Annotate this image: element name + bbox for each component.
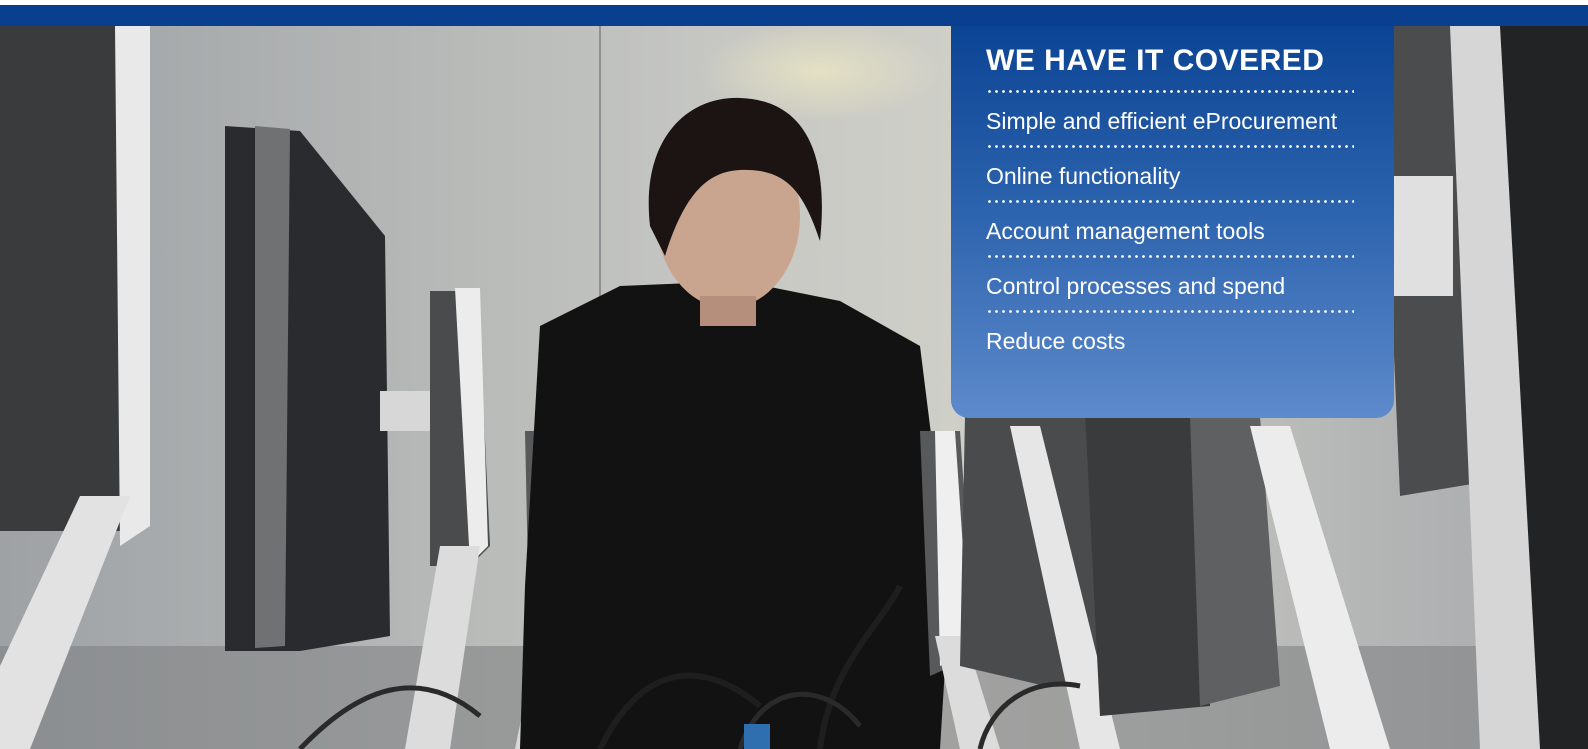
feature-item-eprocurement: Simple and efficient eProcurement xyxy=(986,108,1338,134)
dotted-divider xyxy=(986,200,1354,203)
feature-item-costs: Reduce costs xyxy=(986,328,1126,354)
panel-title: WE HAVE IT COVERED xyxy=(986,44,1325,77)
feature-panel: WE HAVE IT COVERED Simple and efficient … xyxy=(951,26,1394,418)
dotted-divider xyxy=(986,255,1354,258)
dotted-divider xyxy=(986,310,1354,313)
top-brand-bar xyxy=(0,5,1588,26)
feature-item-online: Online functionality xyxy=(986,163,1181,189)
dotted-divider xyxy=(986,145,1354,148)
feature-list: Simple and efficient eProcurement Online… xyxy=(986,101,1354,361)
dotted-divider xyxy=(986,90,1354,93)
feature-item-control: Control processes and spend xyxy=(986,273,1286,299)
feature-item-account: Account management tools xyxy=(986,218,1265,244)
